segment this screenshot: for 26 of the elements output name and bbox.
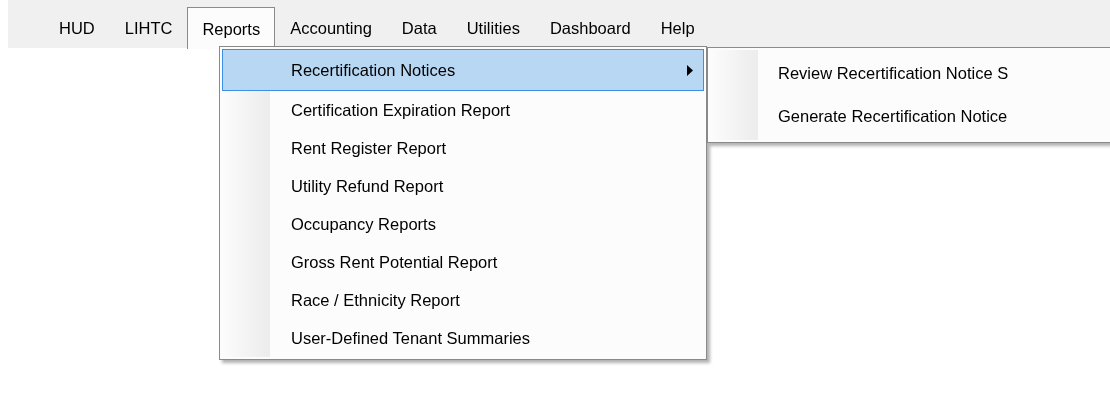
menu-item[interactable]: Race / Ethnicity Report xyxy=(222,281,704,319)
menu-item[interactable]: Help xyxy=(645,6,710,48)
menu-item[interactable]: Dashboard xyxy=(534,6,646,48)
menu-item-label: User-Defined Tenant Summaries xyxy=(291,328,532,348)
menu-item[interactable]: Reports xyxy=(187,7,276,49)
menu-item-label: Recertification Notices xyxy=(291,60,457,80)
menu-item[interactable]: Utilities xyxy=(451,6,535,48)
menu-item[interactable]: Recertification Notices xyxy=(222,49,704,91)
menu-item-label: Occupancy Reports xyxy=(291,214,437,234)
menu-item[interactable]: Gross Rent Potential Report xyxy=(222,243,704,281)
menu-item-label: Certification Expiration Report xyxy=(291,100,512,120)
menu-item[interactable]: Rent Register Report xyxy=(222,129,704,167)
menu-item[interactable]: LIHTC xyxy=(109,6,188,48)
menu-item[interactable]: HUD xyxy=(44,6,110,48)
menu-item[interactable]: Certification Expiration Report xyxy=(222,91,704,129)
menu-item[interactable]: Generate Recertification Notice xyxy=(710,95,1110,138)
menu-item[interactable]: User-Defined Tenant Summaries xyxy=(222,319,704,357)
menu-item-label: Utility Refund Report xyxy=(291,176,445,196)
menu-item-label: Gross Rent Potential Report xyxy=(291,252,499,272)
menu-item-label: Rent Register Report xyxy=(291,138,447,158)
menu-item[interactable]: Occupancy Reports xyxy=(222,205,704,243)
menu-item[interactable]: Data xyxy=(386,6,452,48)
menu-item[interactable]: Accounting xyxy=(275,6,387,48)
menu-item[interactable]: Utility Refund Report xyxy=(222,167,704,205)
menu-item[interactable]: Review Recertification Notice S xyxy=(710,52,1110,95)
menu-item-label: Race / Ethnicity Report xyxy=(291,290,461,310)
